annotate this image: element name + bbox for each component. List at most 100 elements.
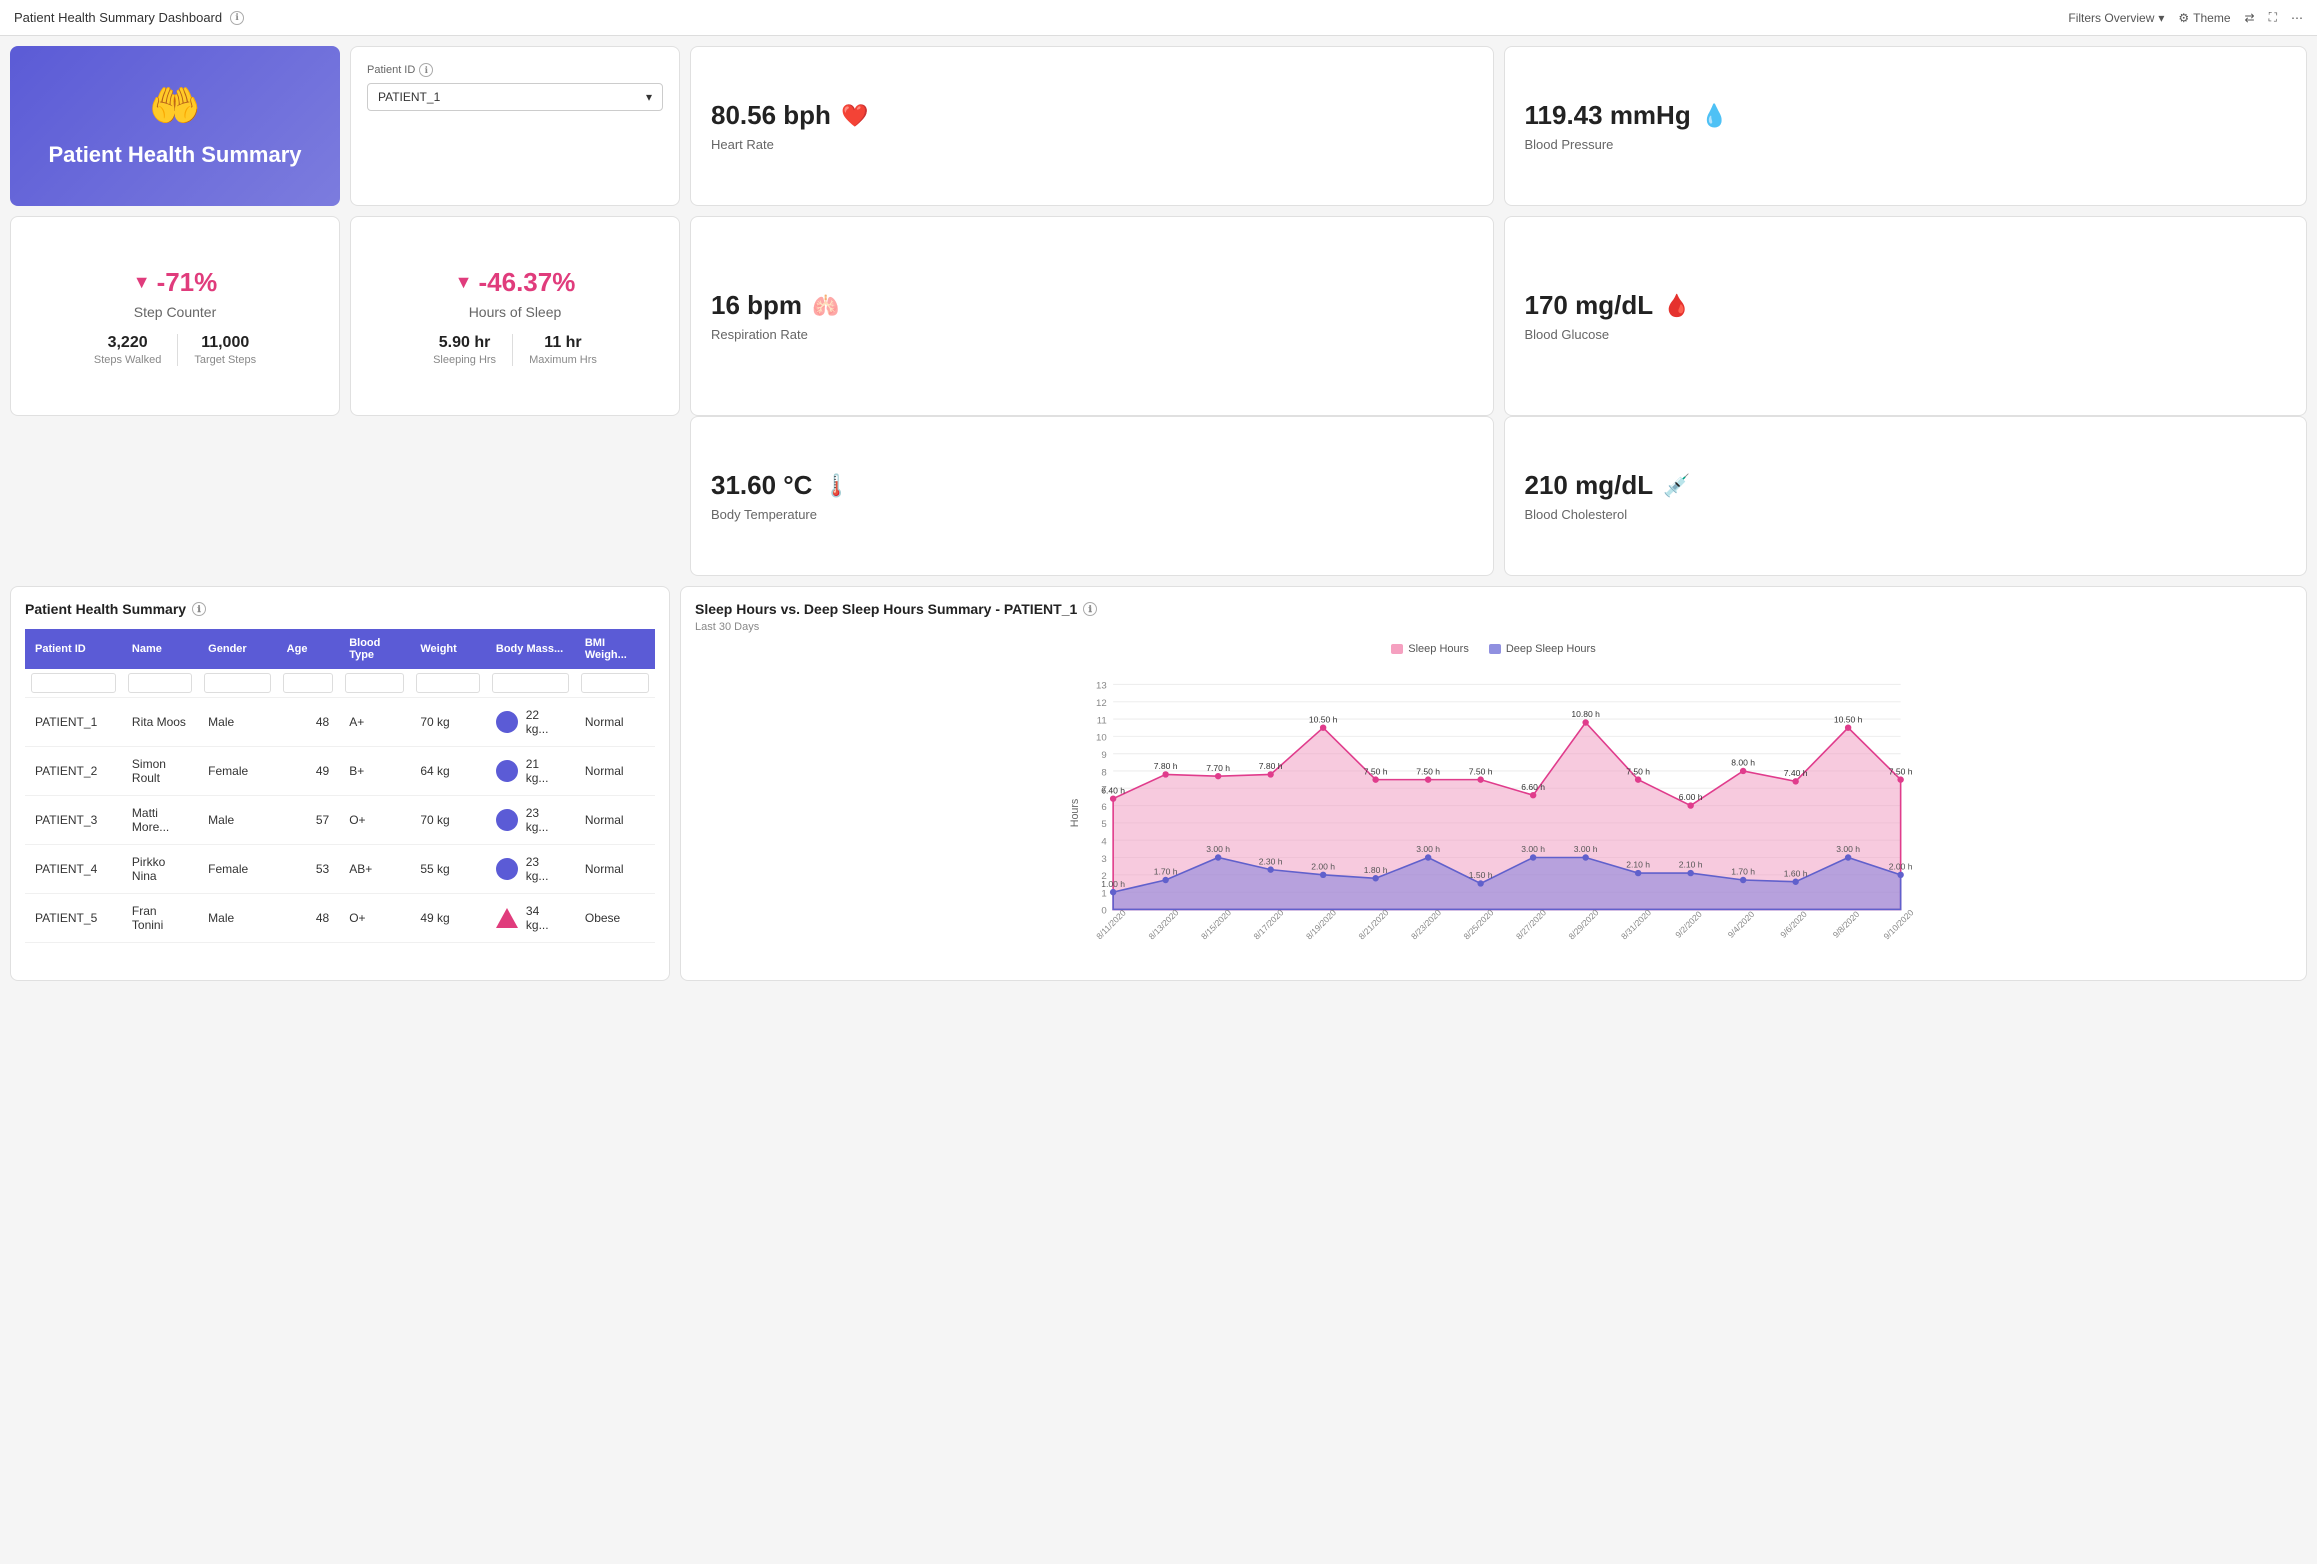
svg-text:7.50 h: 7.50 h [1469, 766, 1493, 776]
heart-icon: ❤️ [841, 103, 868, 129]
col-patient-id: Patient ID [25, 629, 122, 669]
cell-bmi-val: 23 kg... [486, 796, 575, 844]
second-row: ▼ -71% Step Counter 3,220 Steps Walked 1… [10, 216, 2307, 416]
blood-pressure-card: 119.43 mmHg 💧 Blood Pressure [1504, 46, 2308, 206]
cell-name: Pirkko Nina [122, 845, 198, 894]
svg-text:8/29/2020: 8/29/2020 [1567, 907, 1601, 941]
lungs-icon: 🫁 [812, 293, 839, 319]
dashboard-title: Patient Health Summary Dashboard [14, 10, 222, 25]
fullscreen-button[interactable]: ⛶ [2269, 10, 2277, 25]
cholesterol-label: Blood Cholesterol [1525, 507, 2287, 522]
filter-row [25, 669, 655, 698]
filter-patient-id[interactable] [31, 673, 116, 693]
table-row: PATIENT_4 Pirkko Nina Female 53 AB+ 55 k… [25, 845, 655, 894]
svg-text:1.00 h: 1.00 h [1101, 879, 1125, 889]
svg-text:11: 11 [1097, 715, 1107, 726]
cell-gender: Female [198, 747, 276, 796]
svg-text:8/23/2020: 8/23/2020 [1409, 907, 1443, 941]
cell-bmi-val: 22 kg... [486, 698, 575, 746]
chevron-down-icon: ▾ [646, 90, 652, 104]
svg-text:8/13/2020: 8/13/2020 [1147, 907, 1181, 941]
cell-name: Simon Roult [122, 747, 198, 796]
svg-text:7.50 h: 7.50 h [1364, 766, 1388, 776]
glucose-value: 170 mg/dL 🩸 [1525, 290, 2287, 321]
ellipsis-icon: ⋯ [2291, 11, 2303, 25]
cell-bmi-val: 21 kg... [486, 747, 575, 795]
filter-gender[interactable] [204, 673, 270, 693]
svg-text:Hours: Hours [1069, 799, 1081, 828]
svg-text:1.60 h: 1.60 h [1784, 868, 1808, 878]
glucose-label: Blood Glucose [1525, 327, 2287, 342]
col-bmi-val: Body Mass... [486, 629, 575, 669]
svg-text:6: 6 [1101, 802, 1106, 813]
table-section: Patient Health Summary ℹ Patient ID Name… [10, 586, 670, 981]
filter-age[interactable] [283, 673, 334, 693]
table-info-icon[interactable]: ℹ [192, 602, 206, 616]
filter-weight[interactable] [416, 673, 480, 693]
blood-pressure-value: 119.43 mmHg 💧 [1525, 100, 2287, 131]
chart-title: Sleep Hours vs. Deep Sleep Hours Summary… [695, 601, 2292, 617]
filter-blood[interactable] [345, 673, 404, 693]
cell-blood: B+ [339, 747, 410, 796]
svg-text:9/10/2020: 9/10/2020 [1882, 907, 1916, 941]
cell-weight: 49 kg [410, 894, 486, 943]
filter-bmi-val[interactable] [492, 673, 569, 693]
cholesterol-card: 210 mg/dL 💉 Blood Cholesterol [1504, 416, 2308, 576]
svg-text:1.70 h: 1.70 h [1731, 867, 1755, 877]
svg-text:1: 1 [1101, 888, 1106, 899]
cell-blood: O+ [339, 894, 410, 943]
thermometer-icon: 🌡️ [822, 473, 849, 499]
patientid-info-icon[interactable]: ℹ [419, 63, 433, 77]
bmi-triangle-icon [496, 908, 518, 928]
cell-patient-id: PATIENT_1 [25, 698, 122, 747]
svg-text:0: 0 [1101, 906, 1106, 917]
filter-bmi-type[interactable] [581, 673, 649, 693]
filters-overview-button[interactable]: Filters Overview ▾ [2068, 11, 2164, 25]
more-button[interactable]: ⋯ [2291, 11, 2303, 25]
third-row: 31.60 °C 🌡️ Body Temperature 210 mg/dL 💉… [10, 416, 2307, 576]
temperature-label: Body Temperature [711, 507, 1473, 522]
patient-table: Patient ID Name Gender Age Blood Type We… [25, 629, 655, 943]
svg-text:3: 3 [1101, 854, 1106, 865]
heart-rate-card: 80.56 bph ❤️ Heart Rate [690, 46, 1494, 206]
patientid-select[interactable]: PATIENT_1 ▾ [367, 83, 663, 111]
cell-patient-id: PATIENT_3 [25, 796, 122, 845]
theme-button[interactable]: ⚙ Theme [2178, 11, 2230, 25]
svg-text:8/31/2020: 8/31/2020 [1619, 907, 1653, 941]
cell-weight: 70 kg [410, 698, 486, 747]
cholesterol-value: 210 mg/dL 💉 [1525, 470, 2287, 501]
svg-text:8/11/2020: 8/11/2020 [1094, 908, 1128, 942]
chart-info-icon[interactable]: ℹ [1083, 602, 1097, 616]
svg-text:8/17/2020: 8/17/2020 [1252, 907, 1286, 941]
svg-text:10: 10 [1096, 733, 1107, 744]
deep-color-swatch [1489, 644, 1501, 654]
cell-weight: 64 kg [410, 747, 486, 796]
svg-text:10.50 h: 10.50 h [1309, 714, 1338, 724]
table-title: Patient Health Summary ℹ [25, 601, 655, 617]
cell-blood: A+ [339, 698, 410, 747]
cell-gender: Male [198, 796, 276, 845]
cell-bmi-val: 34 kg... [486, 894, 575, 942]
col-gender: Gender [198, 629, 276, 669]
svg-text:2.30 h: 2.30 h [1259, 856, 1283, 866]
svg-text:7.70 h: 7.70 h [1206, 763, 1230, 773]
topbar-left: Patient Health Summary Dashboard ℹ [14, 10, 244, 25]
svg-text:7.50 h: 7.50 h [1889, 766, 1913, 776]
svg-text:1.80 h: 1.80 h [1364, 865, 1388, 875]
gear-icon: ⚙ [2178, 11, 2189, 25]
share-button[interactable]: ⇄ [2245, 11, 2255, 25]
filter-name[interactable] [128, 673, 192, 693]
hero-card: 🤲 Patient Health Summary [10, 46, 340, 206]
bmi-dot-icon [496, 760, 518, 782]
svg-text:8: 8 [1101, 767, 1106, 778]
target-steps: 11,000 Target Steps [177, 334, 272, 366]
cell-bmi-type: Normal [575, 747, 655, 796]
bmi-dot-icon [496, 858, 518, 880]
steps-walked: 3,220 Steps Walked [78, 334, 177, 366]
legend-sleep-label: Sleep Hours [1408, 643, 1469, 655]
svg-text:8/15/2020: 8/15/2020 [1199, 907, 1233, 941]
svg-text:7.50 h: 7.50 h [1626, 766, 1650, 776]
info-icon[interactable]: ℹ [230, 11, 244, 25]
drop-icon: 💧 [1701, 103, 1728, 129]
dashboard: 🤲 Patient Health Summary Patient ID ℹ PA… [0, 36, 2317, 991]
